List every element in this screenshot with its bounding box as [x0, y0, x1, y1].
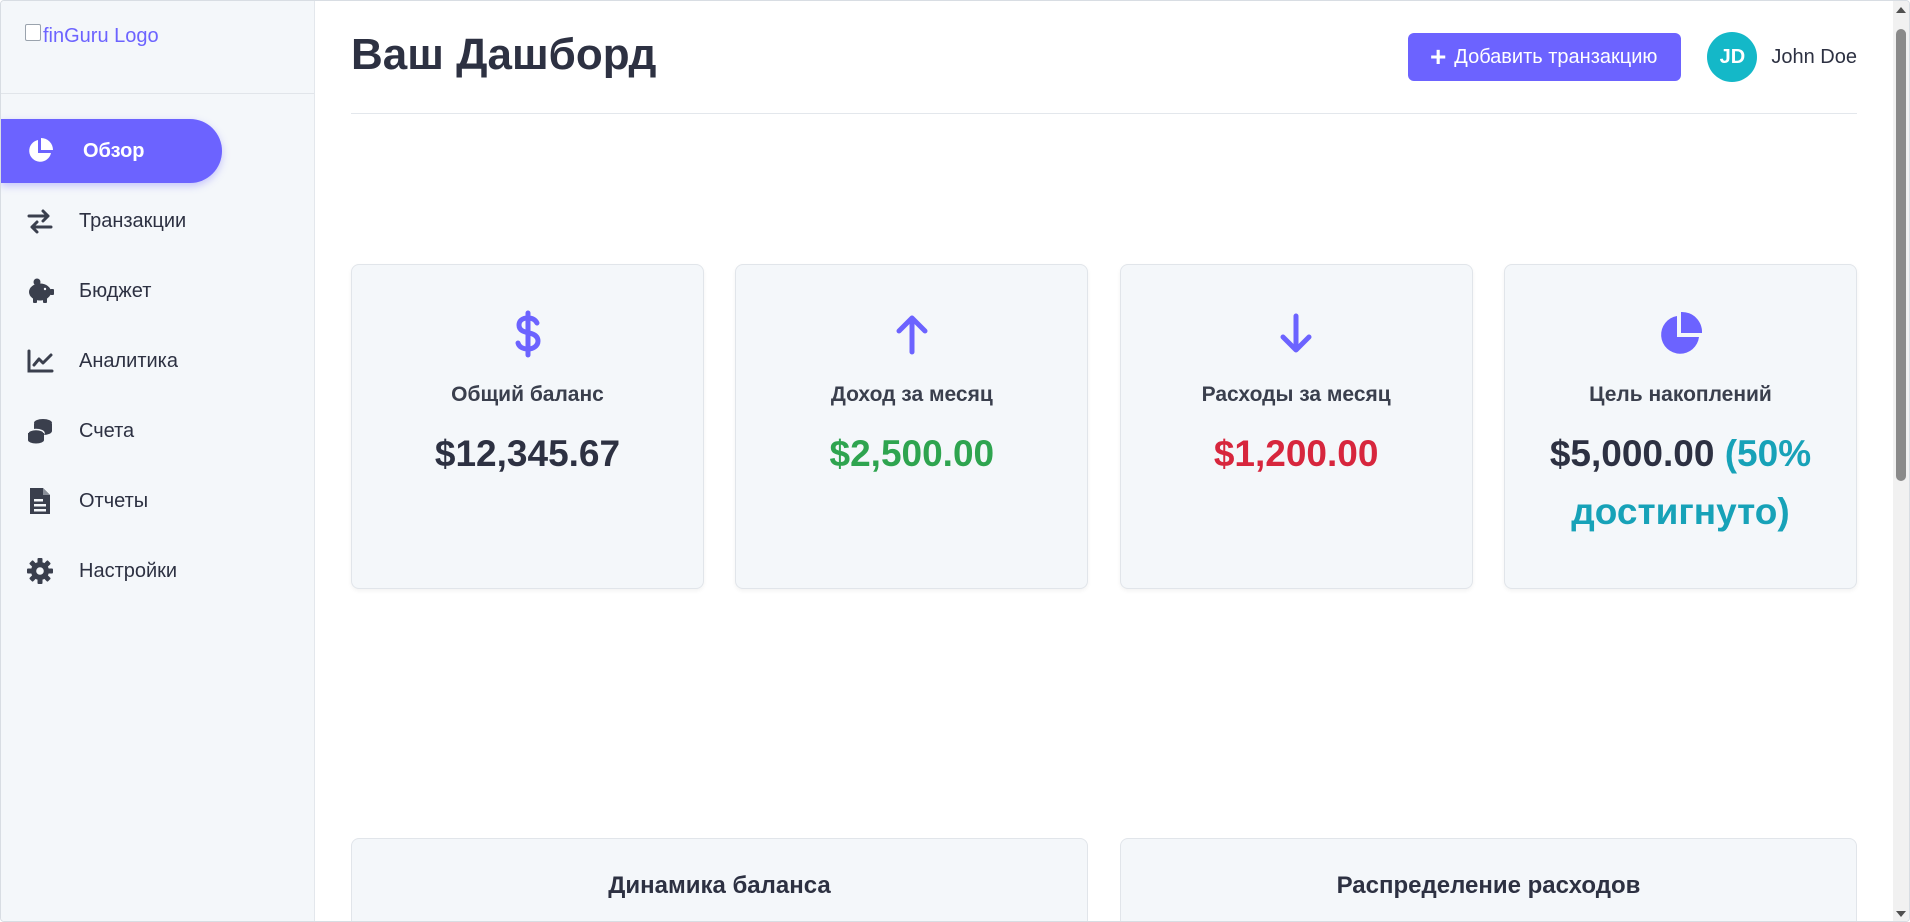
sidebar-item-label: Аналитика [79, 349, 178, 372]
panel-title: Распределение расходов [1336, 872, 1641, 899]
exchange-icon [25, 206, 55, 236]
plus-icon: + [1429, 41, 1447, 72]
sidebar-item-budget[interactable]: Бюджет [1, 259, 315, 323]
add-transaction-label: Добавить транзакцию [1454, 45, 1658, 68]
logo-area: finGuru Logo [1, 1, 314, 94]
sidebar-item-label: Настройки [79, 559, 178, 582]
income-card: Доход за месяц $2,500.00 [735, 264, 1089, 589]
expense-distribution-panel: Распределение расходов [1120, 838, 1857, 921]
summary-cards: Общий баланс $12,345.67 Доход за месяц $… [351, 264, 1857, 589]
expense-card: Расходы за месяц $1,200.00 [1119, 264, 1473, 589]
app-window: finGuru Logo Обзор Транзакции Бюджет Ана… [0, 0, 1910, 922]
sidebar-item-reports[interactable]: Отчеты [1, 469, 315, 533]
sidebar-item-overview[interactable]: Обзор [1, 119, 222, 183]
sidebar-item-label: Отчеты [79, 489, 149, 512]
panel-title: Динамика баланса [608, 872, 831, 899]
sidebar-item-label: Транзакции [79, 209, 187, 232]
sidebar-item-analytics[interactable]: Аналитика [1, 329, 315, 393]
sidebar-item-label: Бюджет [79, 279, 152, 302]
arrow-down-icon [1278, 309, 1314, 359]
sidebar-item-settings[interactable]: Настройки [1, 539, 315, 603]
page-title: Ваш Дашборд [351, 30, 657, 79]
scroll-up-icon[interactable] [1896, 7, 1906, 13]
header-actions: + Добавить транзакцию JD John Doe [1407, 32, 1857, 82]
card-value: $2,500.00 [829, 433, 995, 474]
savings-goal-card: Цель накоплений $5,000.00 (50% достигнут… [1503, 264, 1857, 589]
file-report-icon [25, 486, 55, 516]
card-label: Цель накоплений [1589, 383, 1772, 406]
pie-chart-icon [25, 136, 55, 166]
charts-section: Динамика баланса Распределение расходов [351, 838, 1857, 921]
card-value: $1,200.00 [1213, 433, 1379, 474]
logo[interactable]: finGuru Logo [25, 24, 314, 48]
coins-icon [25, 416, 55, 446]
line-chart-icon [25, 346, 55, 376]
card-value: $5,000.00 (50% достигнуто) [1505, 425, 1856, 541]
sidebar-item-accounts[interactable]: Счета [1, 399, 315, 463]
card-label: Общий баланс [451, 383, 604, 406]
sidebar-item-label: Обзор [83, 139, 145, 162]
vertical-scrollbar[interactable] [1893, 1, 1909, 921]
card-value: $12,345.67 [434, 433, 621, 474]
page-header: Ваш Дашборд + Добавить транзакцию JD Joh… [351, 1, 1857, 114]
logo-alt-text: finGuru Logo [43, 25, 159, 47]
sidebar-item-transactions[interactable]: Транзакции [1, 189, 315, 253]
gear-icon [25, 556, 55, 586]
savings-goal-amount: $5,000.00 [1549, 433, 1715, 474]
broken-image-icon [25, 24, 41, 41]
card-label: Расходы за месяц [1201, 383, 1391, 406]
sidebar-item-label: Счета [79, 419, 135, 442]
user-name[interactable]: John Doe [1771, 46, 1857, 69]
scroll-thumb[interactable] [1896, 29, 1906, 481]
arrow-up-icon [894, 309, 930, 359]
card-label: Доход за месяц [830, 383, 993, 406]
main-content: Ваш Дашборд + Добавить транзакцию JD Joh… [351, 1, 1857, 921]
balance-card: Общий баланс $12,345.67 [351, 264, 704, 589]
piggy-bank-icon [25, 276, 55, 306]
add-transaction-button[interactable]: + Добавить транзакцию [1407, 33, 1682, 81]
balance-dynamics-panel: Динамика баланса [351, 838, 1088, 921]
sidebar: finGuru Logo Обзор Транзакции Бюджет Ана… [1, 1, 315, 921]
avatar[interactable]: JD [1707, 32, 1758, 82]
scroll-down-icon[interactable] [1896, 911, 1906, 917]
sidebar-nav: Обзор Транзакции Бюджет Аналитика Счета … [1, 119, 315, 609]
pie-chart-icon [1656, 309, 1704, 359]
dollar-icon [513, 309, 543, 359]
